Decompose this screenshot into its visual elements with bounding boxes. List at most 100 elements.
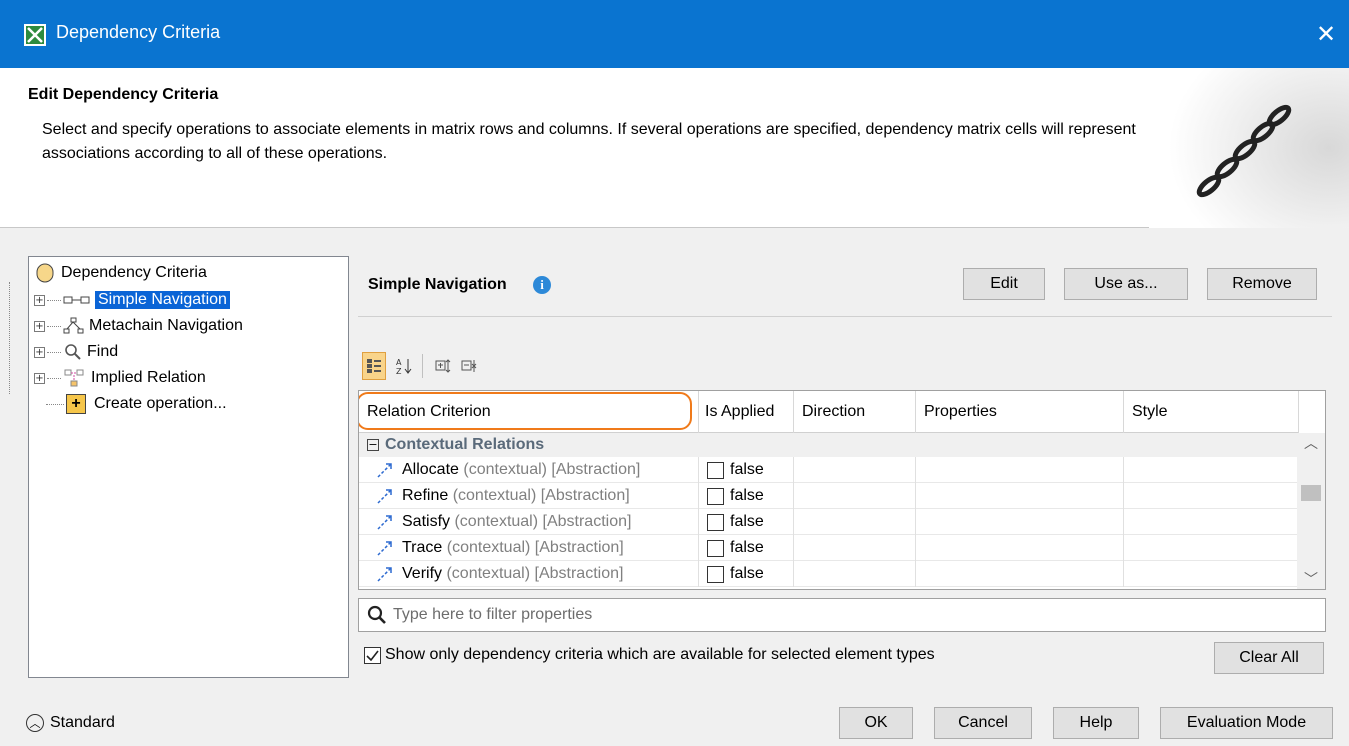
expand-all-icon[interactable]	[432, 352, 456, 380]
categorized-view-icon[interactable]	[362, 352, 386, 380]
properties-cell[interactable]	[916, 483, 1124, 509]
table-row[interactable]: Refine (contextual) [Abstraction] false	[359, 483, 1299, 509]
is-applied-checkbox[interactable]	[707, 487, 724, 505]
mode-label: Standard	[50, 714, 115, 731]
info-icon[interactable]: i	[533, 276, 551, 294]
expand-icon[interactable]: +	[34, 320, 45, 332]
close-button[interactable]: ✕	[1303, 0, 1349, 68]
column-direction[interactable]: Direction	[794, 391, 916, 433]
collapse-icon[interactable]: −	[367, 439, 379, 451]
title-bar: Dependency Criteria ✕	[0, 0, 1349, 68]
direction-cell[interactable]	[794, 509, 916, 535]
show-only-checkbox[interactable]	[364, 646, 381, 664]
header-description: Select and specify operations to associa…	[42, 121, 1136, 162]
grid-scrollbar[interactable]: ︿ ﹀	[1297, 433, 1325, 589]
is-applied-checkbox[interactable]	[707, 461, 724, 479]
style-cell[interactable]	[1124, 535, 1299, 561]
column-is-applied[interactable]: Is Applied	[699, 391, 794, 433]
column-properties[interactable]: Properties	[916, 391, 1124, 433]
tree-root-label: Dependency Criteria	[61, 264, 207, 281]
tree-guide-line	[9, 282, 10, 394]
edit-button[interactable]: Edit	[963, 268, 1045, 300]
table-row[interactable]: Trace (contextual) [Abstraction] false	[359, 535, 1299, 561]
scroll-down-icon[interactable]: ﹀	[1297, 569, 1325, 589]
scroll-thumb[interactable]	[1301, 485, 1321, 501]
is-applied-checkbox[interactable]	[707, 539, 724, 557]
scroll-up-icon[interactable]: ︿	[1297, 433, 1325, 453]
chain-graphic-icon	[1149, 68, 1349, 228]
relation-name: Trace	[402, 539, 443, 556]
tree-item-label: Find	[87, 343, 119, 360]
relation-name: Allocate	[402, 461, 459, 478]
mode-toggle[interactable]: ︿ Standard	[26, 714, 115, 732]
tree-item-implied-relation[interactable]: + Implied Relation	[34, 366, 206, 390]
operation-panel: Simple Navigation i Edit Use as... Remov…	[350, 256, 1340, 678]
relation-qualifier: (contextual) [Abstraction]	[446, 539, 624, 556]
style-cell[interactable]	[1124, 457, 1299, 483]
tree-item-metachain-navigation[interactable]: + Metachain Navigation	[34, 314, 243, 338]
remove-button[interactable]: Remove	[1207, 268, 1317, 300]
style-cell[interactable]	[1124, 509, 1299, 535]
help-button[interactable]: Help	[1053, 707, 1139, 739]
is-applied-value: false	[730, 539, 764, 556]
evaluation-mode-button[interactable]: Evaluation Mode	[1160, 707, 1333, 739]
relation-qualifier: (contextual) [Abstraction]	[446, 565, 624, 582]
filter-placeholder: Type here to filter properties	[393, 606, 593, 623]
is-applied-checkbox[interactable]	[707, 513, 724, 531]
relation-name: Verify	[402, 565, 443, 582]
abstraction-relation-icon	[377, 489, 392, 504]
toolbar-separator	[422, 354, 423, 378]
style-cell[interactable]	[1124, 483, 1299, 509]
relation-name: Satisfy	[402, 513, 451, 530]
collapse-all-icon[interactable]	[458, 352, 482, 380]
relation-qualifier: (contextual) [Abstraction]	[463, 461, 641, 478]
app-icon	[24, 24, 46, 46]
tree-root[interactable]: Dependency Criteria	[35, 261, 207, 285]
filter-input[interactable]: Type here to filter properties	[358, 598, 1326, 632]
properties-cell[interactable]	[916, 457, 1124, 483]
metachain-icon	[63, 317, 84, 334]
panel-title: Simple Navigation	[368, 276, 507, 293]
is-applied-value: false	[730, 565, 764, 582]
direction-cell[interactable]	[794, 561, 916, 587]
use-as-button[interactable]: Use as...	[1064, 268, 1188, 300]
tree-item-create-operation[interactable]: + Create operation...	[44, 392, 227, 416]
clear-all-button[interactable]: Clear All	[1214, 642, 1324, 674]
is-applied-checkbox[interactable]	[707, 565, 724, 583]
plus-icon: +	[66, 394, 86, 414]
group-row-contextual-relations[interactable]: − Contextual Relations	[359, 433, 1299, 457]
ok-button[interactable]: OK	[839, 707, 913, 739]
criteria-root-icon	[36, 263, 54, 283]
window-title: Dependency Criteria	[56, 22, 221, 42]
direction-cell[interactable]	[794, 535, 916, 561]
table-row[interactable]: Allocate (contextual) [Abstraction] fals…	[359, 457, 1299, 483]
properties-cell[interactable]	[916, 509, 1124, 535]
group-label: Contextual Relations	[385, 436, 545, 453]
properties-cell[interactable]	[916, 535, 1124, 561]
direction-cell[interactable]	[794, 483, 916, 509]
expand-icon[interactable]: +	[34, 346, 45, 358]
properties-cell[interactable]	[916, 561, 1124, 587]
svg-text:Z: Z	[396, 367, 402, 375]
svg-text:A: A	[396, 358, 402, 367]
table-row[interactable]: Verify (contextual) [Abstraction] false	[359, 561, 1299, 587]
direction-cell[interactable]	[794, 457, 916, 483]
relation-qualifier: (contextual) [Abstraction]	[452, 487, 630, 504]
find-icon	[65, 344, 81, 360]
expand-icon[interactable]: +	[34, 372, 45, 384]
is-applied-value: false	[730, 487, 764, 504]
column-style[interactable]: Style	[1124, 391, 1299, 433]
separator	[358, 316, 1332, 317]
cancel-button[interactable]: Cancel	[934, 707, 1032, 739]
sort-alphabetically-icon[interactable]: AZ	[392, 352, 416, 380]
show-only-label: Show only dependency criteria which are …	[385, 646, 935, 663]
abstraction-relation-icon	[377, 463, 392, 478]
criteria-grid[interactable]: Relation Criterion Is Applied Direction …	[358, 390, 1326, 590]
tree-item-simple-navigation[interactable]: + Simple Navigation	[34, 288, 230, 312]
tree-item-find[interactable]: + Find	[34, 340, 118, 364]
show-only-option[interactable]: Show only dependency criteria which are …	[364, 646, 935, 664]
expand-icon[interactable]: +	[34, 294, 45, 306]
abstraction-relation-icon	[377, 515, 392, 530]
style-cell[interactable]	[1124, 561, 1299, 587]
table-row[interactable]: Satisfy (contextual) [Abstraction] false	[359, 509, 1299, 535]
